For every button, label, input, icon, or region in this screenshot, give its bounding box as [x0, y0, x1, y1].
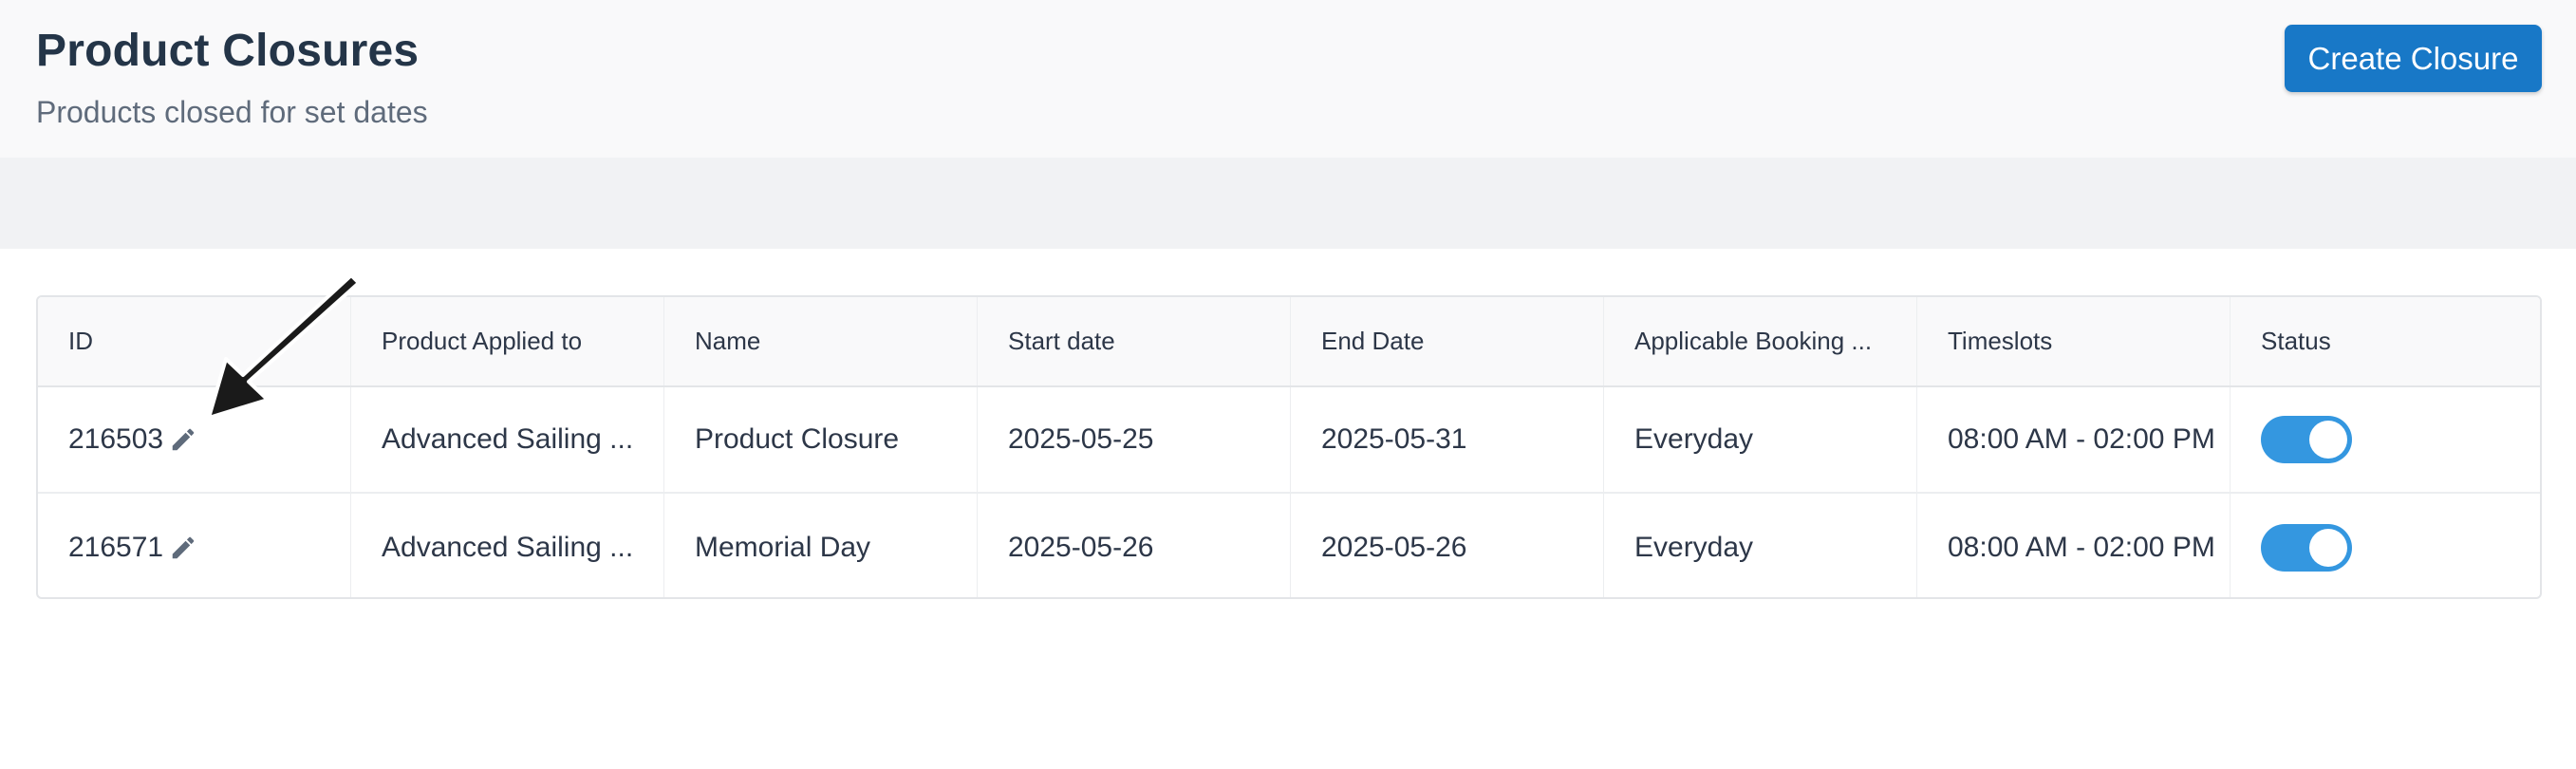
timeslots-cell: 08:00 AM - 02:00 PM [1917, 387, 2231, 492]
column-header-name[interactable]: Name [664, 297, 978, 385]
booking-cell: Everyday [1604, 387, 1917, 492]
status-cell [2231, 387, 2540, 492]
name-cell: Product Closure [664, 387, 978, 492]
pencil-icon[interactable] [169, 425, 197, 454]
page-title: Product Closures [36, 26, 420, 76]
toggle-knob [2309, 421, 2347, 459]
product-cell: Advanced Sailing ... [351, 387, 664, 492]
table-row[interactable]: 216571 Advanced Sailing ... Memorial Day… [38, 494, 2540, 597]
timeslots-cell: 08:00 AM - 02:00 PM [1917, 494, 2231, 597]
end-date-cell: 2025-05-31 [1291, 387, 1604, 492]
product-cell: Advanced Sailing ... [351, 494, 664, 597]
column-header-timeslots[interactable]: Timeslots [1917, 297, 2231, 385]
closure-id: 216571 [68, 531, 164, 563]
page-header: Product Closures Products closed for set… [0, 0, 2576, 158]
booking-cell: Everyday [1604, 494, 1917, 597]
column-header-status[interactable]: Status [2231, 297, 2540, 385]
start-date-cell: 2025-05-26 [978, 494, 1291, 597]
name-cell: Memorial Day [664, 494, 978, 597]
closures-table: ID Product Applied to Name Start date En… [36, 295, 2542, 599]
end-date-cell: 2025-05-26 [1291, 494, 1604, 597]
closure-id: 216503 [68, 423, 164, 455]
page: Product Closures Products closed for set… [0, 0, 2576, 769]
table-row[interactable]: 216503 Advanced Sailing ... Product Clos… [38, 387, 2540, 494]
pencil-icon[interactable] [169, 534, 197, 562]
table-header-row: ID Product Applied to Name Start date En… [38, 297, 2540, 387]
start-date-cell: 2025-05-25 [978, 387, 1291, 492]
status-toggle[interactable] [2261, 416, 2352, 463]
status-toggle[interactable] [2261, 523, 2352, 572]
toggle-knob [2309, 528, 2347, 567]
create-closure-button[interactable]: Create Closure [2285, 25, 2542, 92]
id-cell: 216503 [38, 387, 351, 492]
page-subtitle: Products closed for set dates [36, 95, 428, 129]
column-header-booking[interactable]: Applicable Booking ... [1604, 297, 1917, 385]
column-header-id[interactable]: ID [38, 297, 351, 385]
status-cell [2231, 494, 2540, 597]
column-header-product[interactable]: Product Applied to [351, 297, 664, 385]
filter-band [0, 158, 2576, 249]
column-header-start-date[interactable]: Start date [978, 297, 1291, 385]
column-header-end-date[interactable]: End Date [1291, 297, 1604, 385]
id-cell: 216571 [38, 494, 351, 597]
